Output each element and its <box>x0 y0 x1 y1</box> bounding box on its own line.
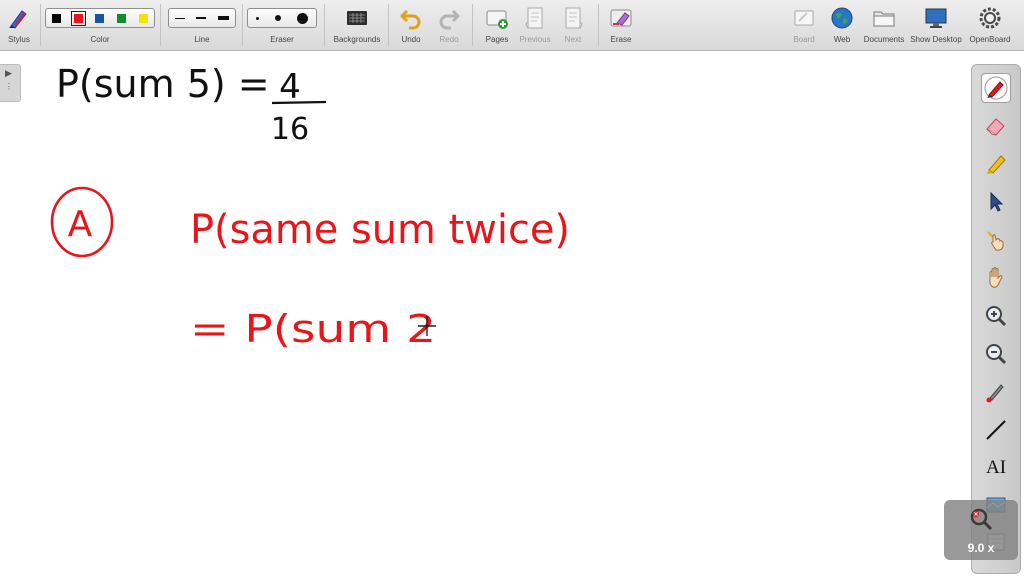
color-label: Color <box>90 35 110 44</box>
circled-label: A <box>50 186 114 258</box>
next-label: Next <box>564 35 582 44</box>
ink-line-2: P(same sum twice) <box>190 207 570 253</box>
page-thumbnails-toggle[interactable]: ▶ ⋮ <box>0 64 21 102</box>
pages-label: Pages <box>485 35 509 44</box>
stylus-button[interactable]: Stylus <box>2 0 36 50</box>
eraser-size-group: Eraser <box>246 0 318 50</box>
line-width-thick[interactable] <box>218 16 230 20</box>
color-swatch-blue[interactable] <box>95 13 105 23</box>
whiteboard-canvas[interactable]: P(sum 5) = 4 16 A P(same sum twice) = P(… <box>22 52 967 576</box>
grip-icon: ⋮ <box>5 82 13 91</box>
line-tool[interactable] <box>981 415 1011 445</box>
web-button[interactable]: Web <box>824 0 860 50</box>
interact-hand-icon <box>987 231 1004 251</box>
backgrounds-button[interactable]: Backgrounds <box>330 0 384 50</box>
documents-button[interactable]: Documents <box>862 0 906 50</box>
highlighter-icon <box>987 155 1006 174</box>
openboard-menu-button[interactable]: OpenBoard <box>966 0 1014 50</box>
stylus-icon <box>9 10 27 29</box>
line-width-medium[interactable] <box>196 17 207 19</box>
monitor-icon <box>925 8 947 28</box>
color-group: Color <box>44 0 156 50</box>
line1-expression: P(sum 5) = <box>56 62 270 106</box>
backgrounds-icon <box>347 11 367 25</box>
laser-pointer-tool[interactable] <box>981 377 1011 407</box>
line-label: Line <box>194 35 210 44</box>
undo-label: Undo <box>401 35 421 44</box>
tool-palette: AI <box>971 64 1021 574</box>
fraction-bar <box>271 100 327 105</box>
color-swatch-red[interactable] <box>70 10 86 26</box>
main-toolbar: Stylus Color Line Eraser Backgrounds Und… <box>0 0 1024 51</box>
openboard-label: OpenBoard <box>969 35 1011 44</box>
color-palette <box>45 8 155 28</box>
undo-icon <box>400 9 421 30</box>
line-width-group: Line <box>167 0 237 50</box>
selector-tool[interactable] <box>981 187 1011 217</box>
zoom-out-tool[interactable] <box>981 339 1011 369</box>
next-page-icon <box>565 7 583 29</box>
line-width-thin[interactable] <box>174 17 185 19</box>
zoom-level: 9.0 x <box>967 541 995 555</box>
redo-button[interactable]: Redo <box>432 0 466 50</box>
text-tool[interactable]: AI <box>981 453 1011 483</box>
gear-icon <box>979 7 1001 29</box>
erase-page-icon <box>610 9 632 27</box>
erase-button[interactable]: Erase <box>602 0 640 50</box>
redo-label: Redo <box>439 35 459 44</box>
laser-pointer-icon <box>986 384 1004 403</box>
zoom-magnifier-icon <box>970 508 993 531</box>
erase-label: Erase <box>610 35 632 44</box>
selector-icon <box>990 191 1004 212</box>
previous-page-icon <box>525 7 543 29</box>
stylus-label: Stylus <box>8 35 30 44</box>
documents-label: Documents <box>863 35 905 44</box>
previous-page-button[interactable]: Previous <box>516 0 554 50</box>
redo-icon <box>439 9 460 30</box>
expand-arrow-icon: ▶ <box>5 68 12 78</box>
line1-numerator: 4 <box>279 67 301 107</box>
eraser-tool[interactable] <box>981 111 1011 141</box>
show-desktop-button[interactable]: Show Desktop <box>908 0 964 50</box>
board-icon <box>794 10 814 26</box>
highlighter-tool[interactable] <box>981 149 1011 179</box>
zoom-in-tool[interactable] <box>981 301 1011 331</box>
eraser-size-selector <box>247 8 317 28</box>
color-swatch-green[interactable] <box>117 13 127 23</box>
pen-icon <box>984 76 1008 100</box>
zoom-out-icon <box>986 344 1007 365</box>
eraser-size-medium[interactable] <box>275 15 281 21</box>
pen-tool[interactable] <box>981 73 1011 103</box>
next-page-button[interactable]: Next <box>554 0 592 50</box>
zoom-in-icon <box>986 306 1007 327</box>
web-label: Web <box>833 35 851 44</box>
line-icon <box>986 420 1006 440</box>
line1-denominator: 16 <box>271 112 309 147</box>
undo-button[interactable]: Undo <box>394 0 428 50</box>
board-label: Board <box>793 35 815 44</box>
backgrounds-label: Backgrounds <box>333 35 381 44</box>
label-letter: A <box>68 204 93 245</box>
pages-button[interactable]: Pages <box>478 0 516 50</box>
folder-icon <box>873 11 895 27</box>
ink-line-3: = P(sum 2 <box>190 307 436 351</box>
eraser-label: Eraser <box>270 35 294 44</box>
eraser-size-small[interactable] <box>256 16 259 20</box>
show-desktop-label: Show Desktop <box>910 35 962 44</box>
interact-tool[interactable] <box>981 225 1011 255</box>
text-icon: AI <box>985 457 1007 478</box>
pan-tool[interactable] <box>981 263 1011 293</box>
eraser-size-large[interactable] <box>297 12 308 24</box>
line-width-selector <box>168 8 236 28</box>
zoom-indicator: 9.0 x <box>944 500 1018 560</box>
globe-icon <box>831 7 853 29</box>
ink-line-1: P(sum 5) = 4 16 <box>56 62 327 147</box>
color-swatch-black[interactable] <box>52 13 62 23</box>
eraser-icon <box>986 118 1005 136</box>
color-swatch-yellow[interactable] <box>138 13 148 23</box>
previous-label: Previous <box>519 35 551 44</box>
add-page-icon <box>486 10 508 29</box>
pan-hand-icon <box>989 267 1003 288</box>
board-button[interactable]: Board <box>786 0 822 50</box>
